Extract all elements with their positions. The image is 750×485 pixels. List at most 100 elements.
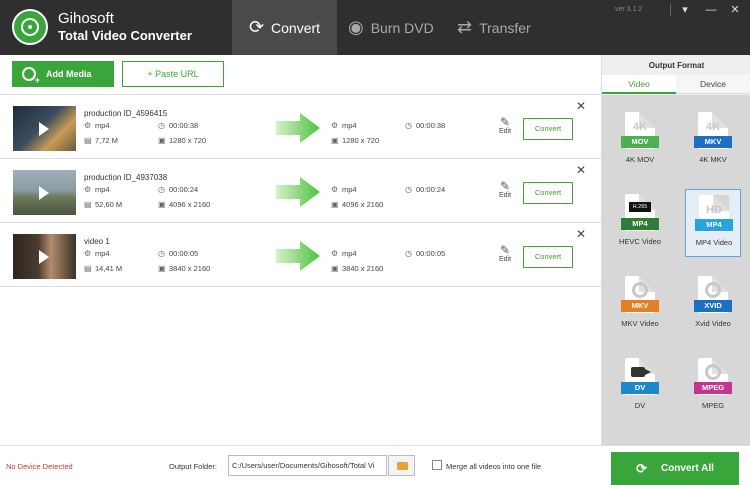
merge-checkbox[interactable] (432, 460, 442, 470)
film-icon: ⚙ (331, 120, 339, 130)
clock-icon: ◷ (158, 248, 165, 258)
format-4k-mov[interactable]: 4K MOV 4K MOV (612, 107, 668, 175)
browse-folder-button[interactable] (388, 455, 415, 476)
disc-icon: ◉ (348, 17, 364, 37)
image-icon: ▣ (331, 263, 339, 273)
output-folder-input[interactable]: C:/Users/user/Documents/Gihosoft/Total V… (228, 455, 387, 476)
output-resolution: ▣ 4096 x 2160 (331, 199, 384, 209)
format-label: 4K MKV (699, 155, 727, 164)
toolbar: Add Media + Paste URL (0, 55, 601, 95)
source-resolution: ▣ 1280 x 720 (158, 135, 207, 145)
source-duration: ◷ 00:00:05 (158, 248, 199, 258)
image-icon: ▣ (158, 199, 166, 209)
output-format: ⚙ mp4 (331, 184, 357, 194)
tab-transfer[interactable]: ⇄ Transfer (457, 0, 542, 55)
brand-name: Gihosoft (58, 10, 114, 27)
film-icon: ⚙ (331, 248, 339, 258)
refresh-icon: ⟳ (636, 460, 647, 476)
camera-icon (631, 367, 651, 377)
source-resolution: ▣ 3840 x 2160 (158, 263, 211, 273)
output-folder-label: Output Folder: (169, 462, 217, 471)
play-icon (39, 186, 49, 200)
arrow-right-icon (276, 241, 320, 271)
film-icon: ⚙ (84, 248, 92, 258)
video-thumbnail[interactable] (13, 170, 76, 215)
source-duration: ◷ 00:00:24 (158, 184, 199, 194)
convert-all-button[interactable]: ⟳ Convert All (611, 452, 739, 485)
format-label: MPEG (701, 401, 725, 410)
clock-icon: ◷ (405, 184, 412, 194)
format-mp4-video[interactable]: HD MP4 MP4 Video (685, 189, 741, 257)
format-grid: 4K MOV 4K MOV 4K MKV 4K MKV H.265 MP4 HE… (602, 95, 750, 445)
format-label: MKV Video (621, 319, 659, 328)
output-duration: ◷ 00:00:05 (405, 248, 446, 258)
film-reel-icon (705, 364, 721, 380)
close-window-button[interactable]: ✕ (724, 0, 746, 20)
paste-url-button[interactable]: + Paste URL (122, 61, 224, 87)
format-badge: MPEG (694, 382, 732, 394)
format-dv[interactable]: DV DV (612, 353, 668, 421)
version-label: ver 3.1.2 (615, 6, 643, 13)
menu-dropdown-button[interactable]: ▾ (674, 0, 696, 20)
tab-burn-dvd[interactable]: ◉ Burn DVD (348, 0, 438, 55)
format-4k-mkv[interactable]: 4K MKV 4K MKV (685, 107, 741, 175)
film-reel-icon (632, 282, 648, 298)
play-icon (39, 122, 49, 136)
tab-device[interactable]: Device (676, 75, 750, 94)
source-format: ⚙ mp4 (84, 120, 110, 130)
title-bar: Gihosoft Total Video Converter ⟳ Convert… (0, 0, 750, 55)
add-media-button[interactable]: Add Media (12, 61, 114, 87)
transfer-icon: ⇄ (457, 17, 473, 37)
clock-icon: ◷ (158, 184, 165, 194)
divider (670, 4, 671, 16)
tab-convert[interactable]: ⟳ Convert (232, 0, 337, 55)
video-thumbnail[interactable] (13, 106, 76, 151)
image-icon: ▣ (331, 135, 339, 145)
footer-bar: No Device Detected Output Folder: C:/Use… (0, 445, 750, 485)
file-icon: ▤ (84, 199, 92, 209)
output-duration: ◷ 00:00:24 (405, 184, 446, 194)
format-label: MP4 Video (695, 238, 733, 247)
output-duration: ◷ 00:00:38 (405, 120, 446, 130)
format-mkv-video[interactable]: MKV MKV Video (612, 271, 668, 339)
edit-button[interactable]: ✎ Edit (496, 116, 514, 135)
film-icon: ⚙ (84, 184, 92, 194)
output-format: ⚙ mp4 (331, 248, 357, 258)
format-badge: DV (621, 382, 659, 394)
output-format: ⚙ mp4 (331, 120, 357, 130)
format-badge: MOV (621, 136, 659, 148)
format-label: DV (634, 401, 646, 410)
film-icon: ⚙ (84, 120, 92, 130)
remove-file-icon[interactable]: ✕ (576, 163, 586, 177)
edit-icon: ✎ (499, 179, 511, 193)
remove-file-icon[interactable]: ✕ (576, 99, 586, 113)
format-label: Xvid Video (695, 319, 731, 328)
source-duration: ◷ 00:00:38 (158, 120, 199, 130)
video-thumbnail[interactable] (13, 234, 76, 279)
file-name: production ID_4937038 (84, 173, 168, 182)
minimize-button[interactable]: — (700, 0, 722, 20)
convert-button[interactable]: Convert (523, 118, 573, 140)
file-row: video 1 ⚙ mp4 ◷ 00:00:05 ▤ 14,41 M ▣ 3840 x … (0, 224, 601, 287)
edit-button[interactable]: ✎ Edit (496, 180, 514, 199)
format-badge: MP4 (621, 218, 659, 230)
add-media-icon (22, 67, 40, 85)
convert-button[interactable]: Convert (523, 182, 573, 204)
source-format: ⚙ mp4 (84, 248, 110, 258)
tab-video[interactable]: Video (602, 75, 676, 94)
format-hevc-video[interactable]: H.265 MP4 HEVC Video (612, 189, 668, 257)
output-format-panel: Output Format Video Device 4K MOV 4K MOV… (601, 55, 750, 445)
edit-button[interactable]: ✎ Edit (496, 244, 514, 263)
edit-icon: ✎ (499, 243, 511, 257)
image-icon: ▣ (158, 263, 166, 273)
file-icon: ▤ (84, 263, 92, 273)
remove-file-icon[interactable]: ✕ (576, 227, 586, 241)
format-mpeg[interactable]: MPEG MPEG (685, 353, 741, 421)
file-row: production ID_4596415 ⚙ mp4 ◷ 00:00:38 ▤ 7,… (0, 96, 601, 159)
convert-button[interactable]: Convert (523, 246, 573, 268)
clock-icon: ◷ (405, 120, 412, 130)
source-size: ▤ 52,60 M (84, 199, 123, 209)
format-label: 4K MOV (625, 155, 655, 164)
format-xvid-video[interactable]: XVID Xvid Video (685, 271, 741, 339)
format-badge: XVID (694, 300, 732, 312)
